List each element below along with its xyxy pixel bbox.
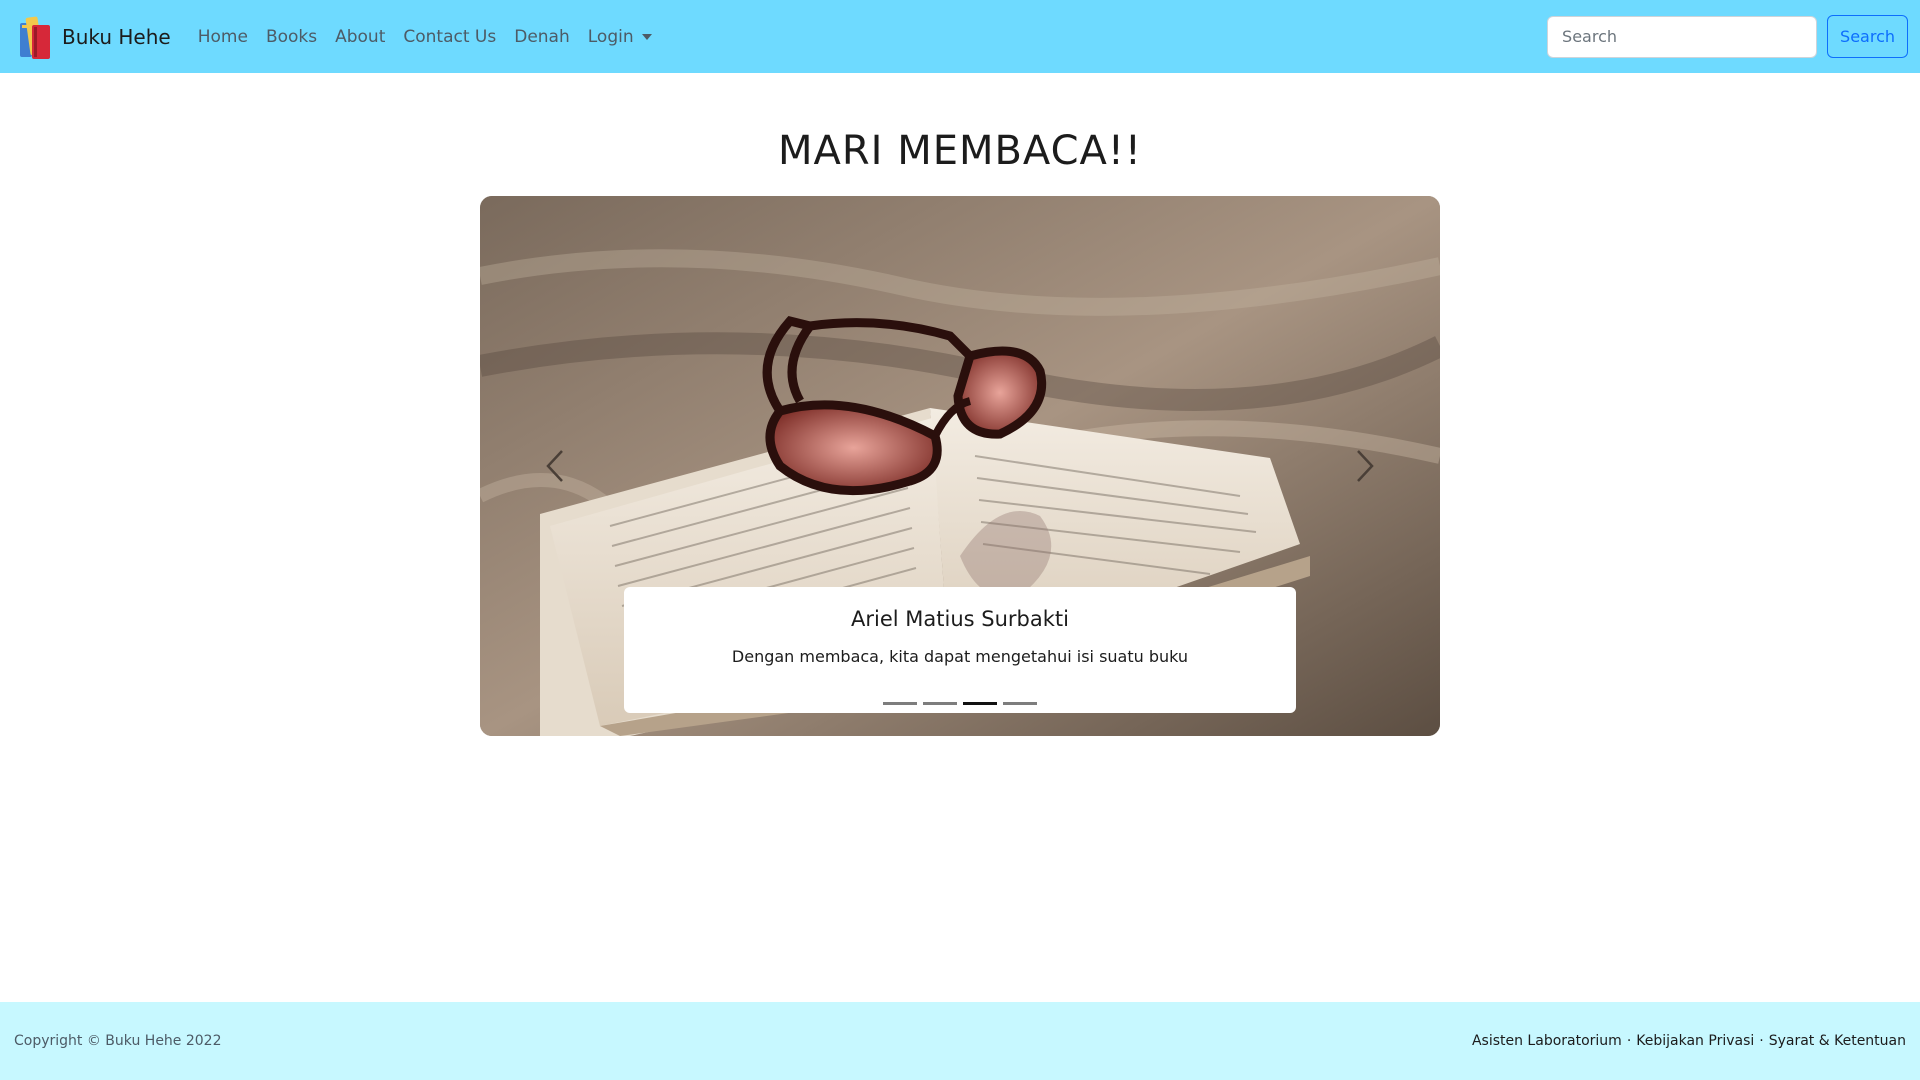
nav-contact-us[interactable]: Contact Us — [394, 27, 505, 47]
login-dropdown[interactable]: Login — [579, 27, 661, 47]
brand-name: Buku Hehe — [62, 24, 171, 49]
nav-books[interactable]: Books — [257, 27, 326, 47]
footer-link-kebijakan-privasi[interactable]: Kebijakan Privasi — [1636, 1033, 1754, 1049]
nav-about[interactable]: About — [326, 27, 394, 47]
carousel-indicator-2[interactable] — [923, 702, 957, 705]
search-input[interactable] — [1547, 15, 1818, 58]
page-title: MARI MEMBACA!! — [778, 128, 1142, 174]
search-form: Search — [1547, 15, 1908, 58]
separator-dot: · — [1759, 1033, 1764, 1049]
carousel: Ariel Matius Surbakti Dengan membaca, ki… — [480, 196, 1440, 736]
carousel-caption: Ariel Matius Surbakti Dengan membaca, ki… — [624, 587, 1296, 713]
carousel-indicator-1[interactable] — [883, 702, 917, 705]
caption-text: Dengan membaca, kita dapat mengetahui is… — [731, 647, 1189, 666]
carousel-prev-button[interactable] — [510, 406, 600, 526]
caption-title: Ariel Matius Surbakti — [851, 607, 1069, 631]
nav-denah[interactable]: Denah — [505, 27, 579, 47]
chevron-left-icon — [546, 450, 563, 482]
copyright-text: Copyright © Buku Hehe 2022 — [14, 1033, 222, 1049]
chevron-down-icon — [641, 33, 652, 40]
footer-links: Asisten Laboratorium · Kebijakan Privasi… — [1472, 1033, 1906, 1049]
login-dropdown-label: Login — [587, 26, 634, 47]
carousel-indicators — [480, 702, 1440, 705]
carousel-next-button[interactable] — [1320, 406, 1410, 526]
search-button[interactable]: Search — [1827, 15, 1908, 58]
chevron-right-icon — [1357, 450, 1374, 482]
books-logo-icon — [20, 16, 50, 59]
nav-links: Home Books About Contact Us Denah Login — [189, 27, 661, 47]
footer-link-syarat-ketentuan[interactable]: Syarat & Ketentuan — [1769, 1033, 1906, 1049]
navbar: Buku Hehe Home Books About Contact Us De… — [0, 0, 1920, 73]
nav-home[interactable]: Home — [189, 27, 257, 47]
brand-link[interactable]: Buku Hehe — [14, 13, 171, 61]
footer-link-asisten-laboratorium[interactable]: Asisten Laboratorium — [1472, 1033, 1622, 1049]
carousel-indicator-4[interactable] — [1003, 702, 1037, 705]
footer: Copyright © Buku Hehe 2022 Asisten Labor… — [0, 1002, 1920, 1080]
carousel-indicator-3[interactable] — [963, 702, 997, 705]
separator-dot: · — [1626, 1033, 1632, 1049]
